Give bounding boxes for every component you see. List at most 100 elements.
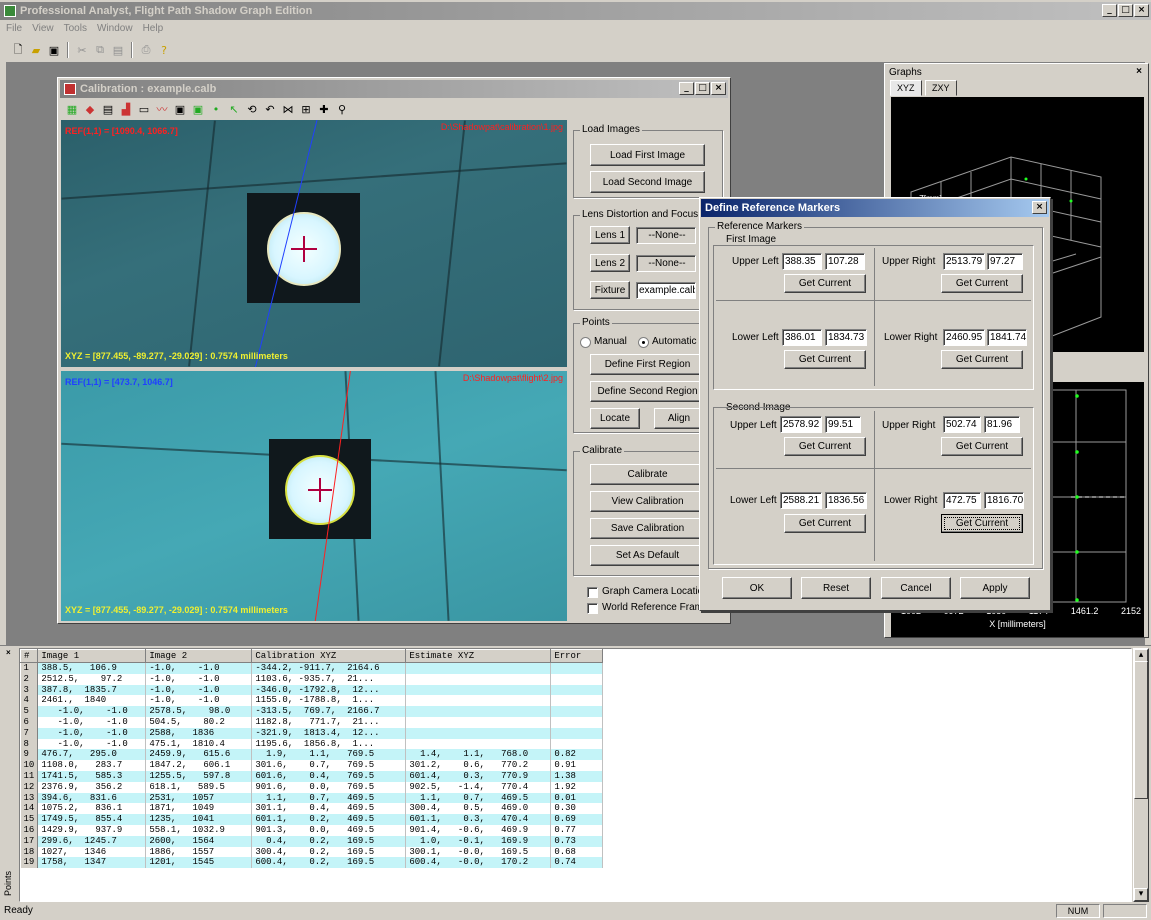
scroll-down-icon[interactable]: ▾ xyxy=(1134,888,1148,901)
define-first-region-button[interactable]: Define First Region xyxy=(590,354,705,375)
menu-help[interactable]: Help xyxy=(143,23,164,34)
save-calibration-button[interactable]: Save Calibration xyxy=(590,518,705,539)
lens1-button[interactable]: Lens 1 xyxy=(590,226,630,244)
first-upper-left-x[interactable]: 388.35 xyxy=(782,253,822,270)
cut-icon[interactable]: ✂ xyxy=(74,42,90,58)
column-header[interactable]: # xyxy=(20,649,39,663)
menu-window[interactable]: Window xyxy=(97,23,133,34)
ok-button[interactable]: OK xyxy=(722,577,792,599)
copy-icon[interactable]: ⧉ xyxy=(92,42,108,58)
close-button[interactable]: × xyxy=(1134,4,1149,17)
image-icon[interactable]: ▣ xyxy=(172,101,188,117)
points-panel-close-icon[interactable]: × xyxy=(6,648,11,657)
define-second-region-button[interactable]: Define Second Region xyxy=(590,381,705,402)
table-row[interactable]: 6 -1.0, -1.0 504.5, 80.2 1182.8, 771.7, 21… xyxy=(20,716,604,728)
minimize-button[interactable]: _ xyxy=(1102,4,1117,17)
column-header[interactable]: Image 1 xyxy=(37,649,147,663)
column-header[interactable]: Image 2 xyxy=(145,649,253,663)
point-icon[interactable]: • xyxy=(208,101,224,117)
table-icon[interactable]: ▤ xyxy=(100,101,116,117)
second-upper-right-y[interactable]: 81.96 xyxy=(984,416,1020,433)
crosshair-icon[interactable]: ✚ xyxy=(316,101,332,117)
align-button[interactable]: Align xyxy=(654,408,704,429)
open-icon[interactable]: ▰ xyxy=(28,42,44,58)
load-second-image-button[interactable]: Load Second Image xyxy=(590,171,705,193)
scroll-thumb[interactable] xyxy=(1134,661,1148,799)
column-header[interactable]: Estimate XYZ xyxy=(405,649,552,663)
table-row[interactable]: 19 1758, 1347 1201, 1545 600.4, 0.2, 169.5 6… xyxy=(20,857,604,869)
cancel-button[interactable]: Cancel xyxy=(881,577,951,599)
save-icon[interactable]: ▣ xyxy=(46,42,62,58)
view-calibration-button[interactable]: View Calibration xyxy=(590,491,705,512)
calibration-minimize-button[interactable]: _ xyxy=(679,82,694,95)
world-reference-frame-checkbox[interactable] xyxy=(587,603,598,614)
table-row[interactable]: 17 299.6, 1245.7 2600, 1564 0.4, 0.2, 169.… xyxy=(20,835,604,847)
second-upper-left-x[interactable]: 2578.92 xyxy=(780,416,822,433)
menu-file[interactable]: File xyxy=(6,23,22,34)
automatic-radio[interactable] xyxy=(638,337,649,348)
first-upper-left-y[interactable]: 107.28 xyxy=(825,253,865,270)
table-row[interactable]: 15 1749.5, 855.4 1235, 1041 601.1, 0.2, 469… xyxy=(20,814,604,825)
second-upper-left-y[interactable]: 99.51 xyxy=(825,416,861,433)
table-row[interactable]: 7 -1.0, -1.0 2588, 1836 -321.9, 1813.4, 12… xyxy=(20,727,604,739)
first-lower-left-y[interactable]: 1834.73 xyxy=(825,329,867,346)
first-lower-right-get-current-button[interactable]: Get Current xyxy=(941,350,1023,369)
table-row[interactable]: 12 2376.9, 356.2 618.1, 589.5 901.6, 0.0, 7… xyxy=(20,781,604,793)
second-upper-left-get-current-button[interactable]: Get Current xyxy=(784,437,866,456)
menu-tools[interactable]: Tools xyxy=(64,23,87,34)
calibrate-button[interactable]: Calibrate xyxy=(590,464,705,485)
zoom-icon[interactable]: ⚲ xyxy=(334,101,350,117)
color-icon[interactable]: ◆ xyxy=(82,101,98,117)
load-first-image-button[interactable]: Load First Image xyxy=(590,144,705,166)
first-lower-right-x[interactable]: 2460.95 xyxy=(943,329,985,346)
rotate-icon[interactable]: ⟲ xyxy=(244,101,260,117)
second-lower-left-get-current-button[interactable]: Get Current xyxy=(784,514,866,533)
menu-view[interactable]: View xyxy=(32,23,54,34)
apply-button[interactable]: Apply xyxy=(960,577,1030,599)
paste-icon[interactable]: ▤ xyxy=(110,42,126,58)
minus-icon[interactable]: ▭ xyxy=(136,101,152,117)
fit-icon[interactable]: ⋈ xyxy=(280,101,296,117)
tab-zxy[interactable]: ZXY xyxy=(925,80,957,96)
graphs-close-icon[interactable]: × xyxy=(1136,66,1142,77)
first-lower-left-get-current-button[interactable]: Get Current xyxy=(784,350,866,369)
grid-icon[interactable]: ▦ xyxy=(64,101,80,117)
table-row[interactable]: 10 1108.0, 283.7 1847.2, 606.1 301.6, 0.7, … xyxy=(20,760,604,771)
undo-icon[interactable]: ↶ xyxy=(262,101,278,117)
manual-radio[interactable] xyxy=(580,337,591,348)
table-scrollbar[interactable]: ▴ ▾ xyxy=(1133,648,1149,902)
dialog-close-button[interactable]: × xyxy=(1032,201,1047,214)
table-row[interactable]: 2 2512.5, 97.2 -1.0, -1.0 1103.6, -935.7, 2… xyxy=(20,673,604,685)
second-lower-right-x[interactable]: 472.75 xyxy=(943,492,981,509)
table-row[interactable]: 4 2461., 1840 -1.0, -1.0 1155.0, -1788.8, 1… xyxy=(20,695,604,707)
table-row[interactable]: 14 1075.2, 836.1 1871, 1049 301.1, 0.4, 469… xyxy=(20,803,604,815)
table-row[interactable]: 13 394.6, 831.6 2531, 1057 1.1, 0.7, 469.5… xyxy=(20,792,604,804)
calibration-maximize-button[interactable]: □ xyxy=(695,82,710,95)
second-upper-right-x[interactable]: 502.74 xyxy=(943,416,981,433)
second-lower-left-y[interactable]: 1836.56 xyxy=(825,492,867,509)
locate-button[interactable]: Locate xyxy=(590,408,640,429)
print-icon[interactable]: ⎙ xyxy=(138,42,154,58)
table-row[interactable]: 18 1027, 1346 1886, 1557 300.4, 0.2, 169.5 3… xyxy=(20,846,604,858)
first-upper-right-y[interactable]: 97.27 xyxy=(987,253,1023,270)
image2-icon[interactable]: ▣ xyxy=(190,101,206,117)
second-upper-right-get-current-button[interactable]: Get Current xyxy=(941,437,1023,456)
arrow-icon[interactable]: ↖ xyxy=(226,101,242,117)
table-row[interactable]: 5 -1.0, -1.0 2578.5, 98.0 -313.5, 769.7, 2… xyxy=(20,706,604,717)
graph-camera-location-checkbox[interactable] xyxy=(587,587,598,598)
table-row[interactable]: 1 388.5, 106.9 -1.0, -1.0 -344.2, -911.7, 2… xyxy=(20,662,604,674)
first-image-view[interactable]: REF(1,1) = [1090.4, 1066.7] D:\Shadowpat… xyxy=(61,120,567,367)
second-lower-left-x[interactable]: 2588.21 xyxy=(780,492,822,509)
help-icon[interactable]: ? xyxy=(156,42,172,58)
set-as-default-button[interactable]: Set As Default xyxy=(590,545,705,566)
second-image-view[interactable]: REF(1,1) = [473.7, 1046.7] D:\Shadowpat\… xyxy=(61,371,567,621)
second-lower-right-y[interactable]: 1816.70 xyxy=(984,492,1024,509)
tab-xyz[interactable]: XYZ xyxy=(890,80,922,96)
frame-icon[interactable]: ⊞ xyxy=(298,101,314,117)
chart-icon[interactable]: ▟ xyxy=(118,101,134,117)
fixture-button[interactable]: Fixture xyxy=(590,281,630,299)
first-lower-left-x[interactable]: 386.01 xyxy=(782,329,822,346)
new-icon[interactable]: 🗋 xyxy=(10,42,26,58)
first-upper-left-get-current-button[interactable]: Get Current xyxy=(784,274,866,293)
line-icon[interactable]: 〰 xyxy=(154,101,170,117)
